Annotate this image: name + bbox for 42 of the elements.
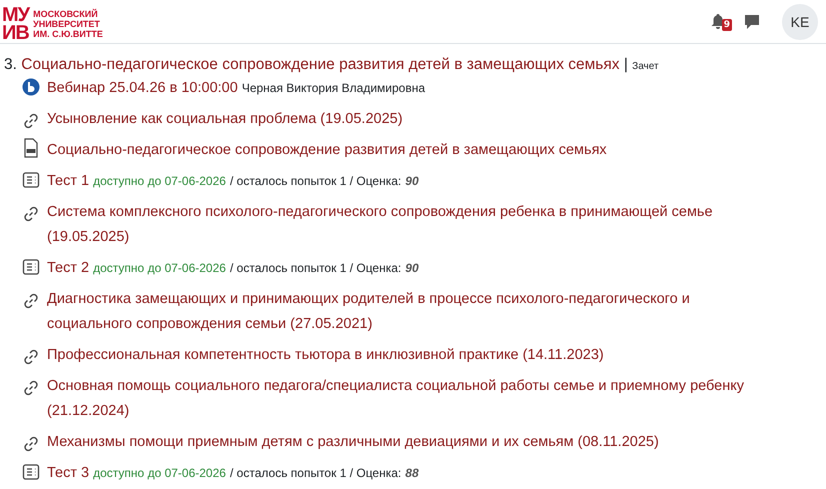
link-icon	[22, 379, 40, 397]
chat-icon[interactable]	[744, 14, 760, 30]
user-avatar[interactable]: KE	[782, 4, 818, 40]
section-number: 3.	[4, 56, 17, 73]
separator: |	[624, 56, 628, 73]
quiz-icon	[22, 171, 40, 189]
teacher-name: Черная Виктория Владимировна	[242, 81, 426, 95]
quiz-link[interactable]: Тест 1	[47, 173, 90, 189]
availability-text: доступно до 07-06-2026	[93, 174, 226, 188]
attempts-text: / осталось попыток 1 / Оценка:	[230, 174, 402, 188]
resource-link[interactable]: Механизмы помощи приемным детям с различными девиациями и их семьям (08.11.2025)	[22, 430, 764, 455]
quiz-icon	[22, 258, 40, 276]
resource-link[interactable]: Основная помощь социального педагога/специалиста социальной работы семье и приемному ребенку (21.12.2024)	[22, 374, 764, 424]
link-icon	[22, 348, 40, 366]
notifications-button[interactable]: 9	[706, 10, 730, 34]
grade-value: 90	[405, 174, 419, 188]
link-icon	[22, 205, 40, 223]
resource-link[interactable]: Диагностика замещающих и принимающих родителей в процессе психолого-педагогического и социального сопровождения семьи (27.05.2021)	[22, 287, 764, 337]
webinar-link[interactable]: Вебинар 25.04.26 в 10:00:00	[47, 80, 238, 96]
grade-value: 90	[405, 261, 419, 275]
grade-value: 88	[405, 466, 419, 480]
logo-mark[interactable]: МУ ИВ	[2, 6, 30, 42]
resource-link[interactable]: Усыновление как социальная проблема (19.05.2025)	[22, 107, 764, 132]
availability-text: доступно до 07-06-2026	[93, 261, 226, 275]
attempts-text: / осталось попыток 1 / Оценка:	[230, 261, 402, 275]
resource-link[interactable]: Профессиональная компетентность тьютора в инклюзивной практике (14.11.2023)	[22, 343, 764, 368]
pdf-file-icon	[22, 138, 40, 158]
file-link[interactable]: Социально-педагогическое сопровождение развития детей в замещающих семьях	[47, 142, 607, 158]
attempts-text: / осталось попыток 1 / Оценка:	[230, 466, 402, 480]
link-icon	[22, 112, 40, 130]
quiz-icon	[22, 463, 40, 481]
quiz-link[interactable]: Тест 2	[47, 260, 90, 276]
section-tag: Зачет	[632, 61, 659, 72]
section-title[interactable]: Социально-педагогическое сопровождение развития детей в замещающих семьях	[21, 56, 620, 73]
link-icon	[22, 292, 40, 310]
university-name: МОСКОВСКИЙ УНИВЕРСИТЕТ ИМ. С.Ю.ВИТТЕ	[33, 8, 103, 38]
resource-link[interactable]: Система комплексного психолого-педагогического сопровождения ребенка в принимающей семье (19.05.2025)	[22, 200, 764, 250]
quiz-link[interactable]: Тест 3	[47, 465, 90, 481]
link-icon	[22, 435, 40, 453]
webinar-icon	[22, 78, 40, 96]
availability-text: доступно до 07-06-2026	[93, 466, 226, 480]
notification-count: 9	[722, 18, 732, 30]
